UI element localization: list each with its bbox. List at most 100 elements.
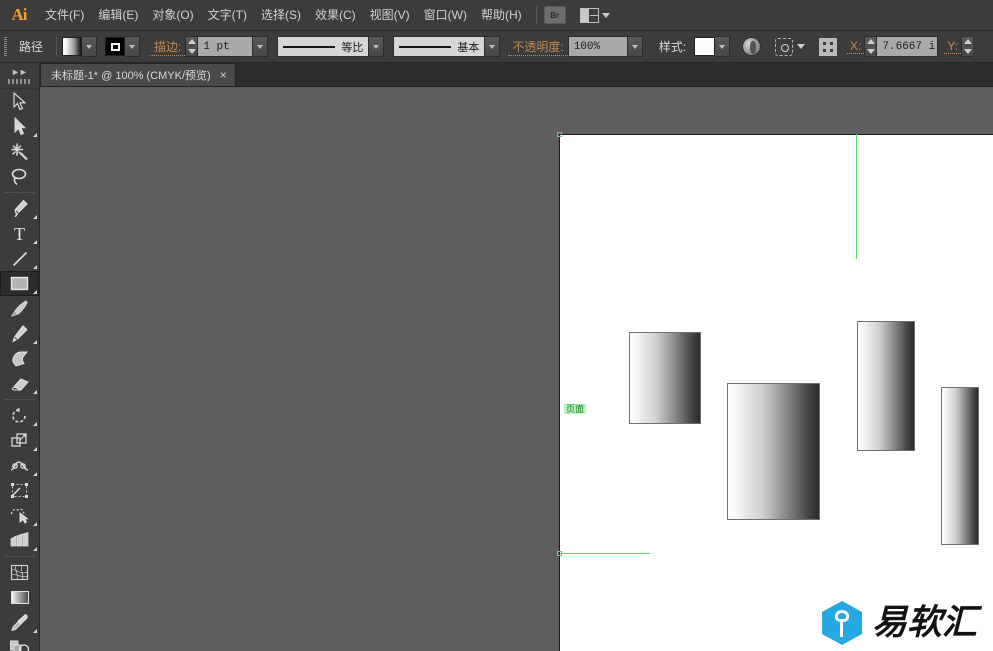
tool-flyout-indicator[interactable] [33,290,37,294]
control-bar-grip[interactable] [0,31,11,63]
fill-dropdown-button[interactable] [82,36,98,57]
transform-control[interactable] [775,37,806,56]
blob-brush-tool[interactable] [0,346,39,371]
opacity-control[interactable]: 100% [567,36,643,57]
menu-view[interactable]: 视图(V) [363,0,417,31]
close-icon[interactable]: × [220,69,227,81]
mesh-tool[interactable] [0,560,39,585]
stroke-weight-dropdown-button[interactable] [253,36,269,57]
menu-file[interactable]: 文件(F) [38,0,91,31]
stroke-color-control[interactable] [105,36,141,57]
graphic-style-swatch[interactable] [694,37,716,56]
tool-flyout-indicator[interactable] [33,133,37,137]
free-transform-tool[interactable] [0,478,39,503]
stepper-down-icon[interactable] [187,49,196,54]
eyedropper-tool[interactable] [0,610,39,635]
transform-anchor-icon[interactable] [775,37,794,56]
rectangle-4[interactable] [941,387,979,545]
lasso-tool[interactable] [0,164,39,189]
tool-flyout-indicator[interactable] [33,340,37,344]
width-profile-dropdown-button[interactable] [369,36,385,57]
tool-flyout-indicator[interactable] [33,522,37,526]
stroke-weight-control[interactable]: 1 pt [185,36,269,57]
y-position-control[interactable] [961,36,974,57]
guide-horizontal[interactable] [560,553,650,554]
tool-flyout-indicator[interactable] [33,447,37,451]
shape-builder-tool[interactable] [0,503,39,528]
rectangle-3[interactable] [857,321,915,451]
tool-flyout-indicator[interactable] [33,390,37,394]
selection-tool[interactable] [0,89,39,114]
tool-flyout-indicator[interactable] [33,629,37,633]
magic-wand-tool[interactable] [0,139,39,164]
graphic-style-control[interactable] [694,36,731,57]
direct-selection-tool[interactable] [0,114,39,139]
fill-control[interactable] [62,36,98,57]
align-objects-icon[interactable] [819,37,838,56]
width-profile-select[interactable]: 等比 [277,36,370,57]
perspective-grid-tool[interactable] [0,528,39,553]
arrange-documents-button[interactable] [579,7,610,23]
tool-flyout-indicator[interactable] [33,265,37,269]
menu-edit[interactable]: 编辑(E) [91,0,145,31]
opacity-label[interactable]: 不透明度: [508,38,568,56]
document-tab[interactable]: 未标题-1* @ 100% (CMYK/预览) × [40,63,236,86]
x-position-control[interactable]: 7.6667 i [864,36,939,57]
brush-definition-select[interactable]: 基本 [393,36,486,57]
x-stepper[interactable] [864,36,877,57]
artboard[interactable]: 页面 [557,132,993,651]
stepper-down-icon[interactable] [866,49,875,54]
graphic-style-dropdown-button[interactable] [715,36,731,57]
tool-flyout-indicator[interactable] [33,472,37,476]
eraser-tool[interactable] [0,371,39,396]
brush-definition-dropdown-button[interactable] [485,36,501,57]
brush-definition-control[interactable]: 基本 [393,36,501,57]
stroke-weight-input[interactable]: 1 pt [197,36,254,57]
guide-vertical[interactable] [856,134,857,259]
opacity-dropdown-button[interactable] [627,36,643,57]
stroke-weight-stepper[interactable] [185,36,198,57]
line-segment-tool[interactable] [0,246,39,271]
tool-flyout-indicator[interactable] [33,240,37,244]
recolor-artwork-icon[interactable] [742,37,762,56]
document-canvas[interactable]: 页面 [40,87,993,651]
rotate-tool[interactable] [0,403,39,428]
stroke-dropdown-button[interactable] [125,36,141,57]
blend-tool[interactable] [0,635,39,651]
stroke-swatch[interactable] [105,37,126,56]
gradient-fill-swatch[interactable] [62,37,83,56]
rectangle-tool[interactable] [0,271,39,296]
opacity-input[interactable]: 100% [567,36,628,57]
bridge-icon[interactable]: Br [543,6,566,24]
width-profile-control[interactable]: 等比 [277,36,385,57]
rectangle-2[interactable] [727,383,820,520]
toolbox-grip[interactable] [8,79,30,84]
stepper-up-icon[interactable] [866,39,875,44]
pen-tool[interactable] [0,196,39,221]
menu-effect[interactable]: 效果(C) [308,0,363,31]
menu-select[interactable]: 选择(S) [254,0,308,31]
stepper-up-icon[interactable] [187,39,196,44]
scale-tool[interactable] [0,428,39,453]
menu-window[interactable]: 窗口(W) [417,0,474,31]
type-tool[interactable]: T [0,221,39,246]
toolbox-header[interactable]: ►► [0,63,39,89]
rectangle-1[interactable] [629,332,701,424]
paintbrush-tool[interactable] [0,296,39,321]
chevron-down-icon[interactable] [797,44,806,49]
stepper-down-icon[interactable] [963,49,972,54]
stepper-up-icon[interactable] [963,39,972,44]
menu-object[interactable]: 对象(O) [145,0,200,31]
stroke-weight-label[interactable]: 描边: [150,38,186,56]
tool-flyout-indicator[interactable] [33,215,37,219]
menu-help[interactable]: 帮助(H) [474,0,529,31]
tool-flyout-indicator[interactable] [33,422,37,426]
y-stepper[interactable] [961,36,974,57]
pencil-tool[interactable] [0,321,39,346]
tool-flyout-indicator[interactable] [33,547,37,551]
gradient-tool[interactable] [0,585,39,610]
menu-type[interactable]: 文字(T) [201,0,254,31]
width-tool[interactable] [0,453,39,478]
x-position-input[interactable]: 7.6667 i [876,36,939,57]
collapse-panel-icon[interactable]: ►► [11,67,28,77]
